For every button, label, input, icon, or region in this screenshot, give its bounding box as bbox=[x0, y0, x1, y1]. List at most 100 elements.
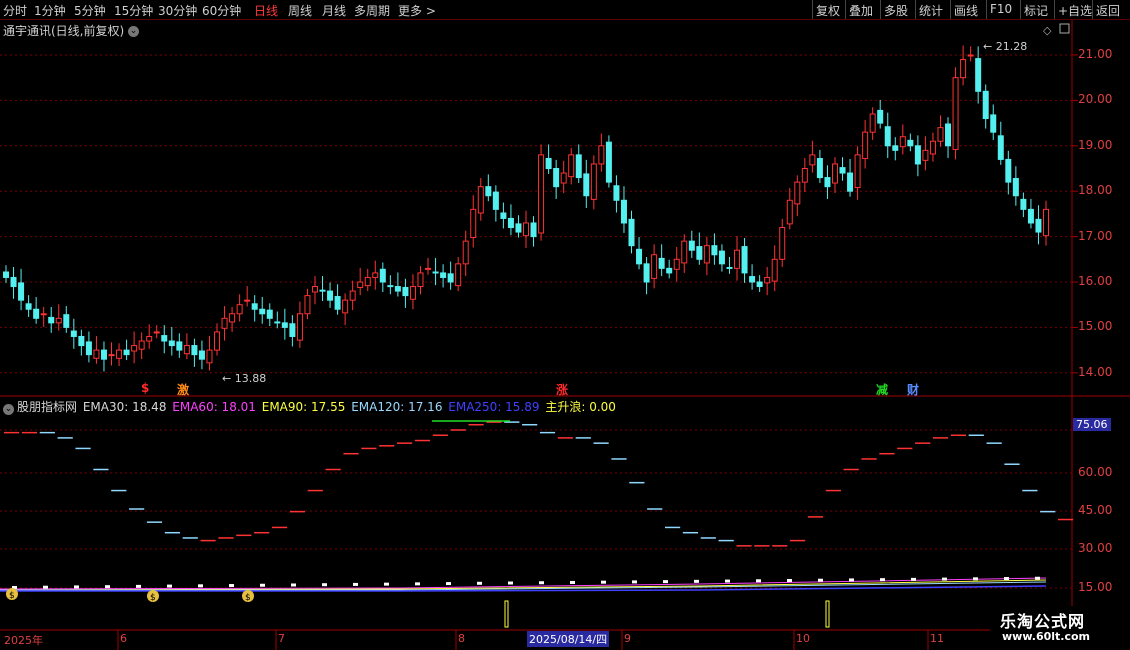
candle-body bbox=[711, 245, 718, 256]
ema30-dot bbox=[167, 584, 172, 588]
candle-body bbox=[779, 227, 786, 260]
date-label: 8 bbox=[458, 632, 465, 645]
ema30-dot bbox=[1004, 577, 1009, 581]
candle-body bbox=[945, 123, 952, 147]
candle-body bbox=[100, 349, 107, 360]
candle-body bbox=[138, 340, 145, 350]
candle-body bbox=[176, 341, 183, 351]
date-label: 2025年 bbox=[4, 634, 43, 647]
candle-body bbox=[847, 172, 854, 192]
indicator-value-3: EMA120: 17.16 bbox=[347, 400, 443, 414]
candle-body bbox=[726, 266, 733, 269]
candle-body bbox=[153, 331, 160, 334]
candle-body bbox=[628, 218, 635, 247]
candle-body bbox=[590, 163, 597, 200]
candle-body bbox=[492, 191, 499, 210]
candle-body bbox=[214, 331, 221, 351]
candle-body bbox=[620, 199, 627, 224]
candle-body bbox=[85, 341, 92, 356]
candle-body bbox=[824, 177, 831, 188]
stock-chart: ← 21.28 ← 13.88 ◇ $ $ $ bbox=[0, 20, 1130, 650]
candle-body bbox=[914, 145, 921, 165]
candle-body bbox=[259, 308, 266, 315]
candle-body bbox=[553, 168, 560, 188]
indicator-value-0: EMA30: 18.48 bbox=[79, 400, 167, 414]
indicator-current-value: 75.06 bbox=[1073, 418, 1111, 431]
candle-body bbox=[575, 154, 582, 179]
signal-marker: 涨 bbox=[556, 383, 569, 397]
candle-body bbox=[304, 295, 311, 315]
ema30-dot bbox=[601, 580, 606, 584]
ema30-dot bbox=[384, 582, 389, 586]
ema30-dot bbox=[260, 583, 265, 587]
chevron-down-icon[interactable]: ⌄ bbox=[128, 26, 140, 37]
candle-body bbox=[922, 149, 929, 161]
candle-body bbox=[342, 299, 349, 314]
candle-body bbox=[477, 186, 484, 214]
candle-body bbox=[666, 267, 673, 274]
candle-body bbox=[937, 127, 944, 142]
candle-body bbox=[786, 199, 793, 225]
candle-body bbox=[425, 267, 432, 270]
candle-body bbox=[749, 276, 756, 283]
candle-body bbox=[1020, 198, 1027, 210]
candle-body bbox=[530, 222, 537, 238]
signal-marker: 财 bbox=[907, 383, 920, 397]
money-bag-icon-glyph: $ bbox=[150, 593, 156, 603]
candle-body bbox=[168, 340, 175, 347]
diamond-icon: ◇ bbox=[1043, 24, 1052, 37]
candle-body bbox=[839, 167, 846, 174]
candle-body bbox=[402, 286, 409, 297]
candle-body bbox=[221, 317, 228, 329]
ema30-dot bbox=[942, 577, 947, 581]
candle-body bbox=[161, 335, 168, 342]
candle-body bbox=[409, 286, 416, 300]
indicator-axis-label: 60.00 bbox=[1078, 465, 1113, 479]
ema30-dot bbox=[787, 579, 792, 582]
candle-body bbox=[311, 286, 318, 293]
watermark-title: 乐淘公式网 bbox=[1000, 612, 1086, 631]
candle-body bbox=[357, 281, 364, 288]
candle-body bbox=[929, 140, 936, 155]
candle-body bbox=[440, 272, 447, 278]
candle-body bbox=[206, 349, 213, 364]
candle-body bbox=[869, 113, 876, 133]
candle-body bbox=[1027, 208, 1034, 224]
candle-body bbox=[116, 349, 123, 359]
date-label: 6 bbox=[120, 632, 127, 645]
signal-marker: 激 bbox=[177, 383, 190, 397]
candle-body bbox=[952, 77, 959, 150]
candle-body bbox=[816, 158, 823, 179]
indicator-value-2: EMA90: 17.55 bbox=[257, 400, 346, 414]
signal-marker: $ bbox=[141, 381, 150, 395]
candle-body bbox=[236, 304, 243, 315]
candle-body bbox=[289, 323, 296, 337]
ema30-dot bbox=[136, 584, 141, 588]
ema30-dot bbox=[74, 585, 79, 589]
ema30-dot bbox=[229, 584, 234, 588]
chevron-down-icon[interactable]: ⌄ bbox=[3, 404, 14, 415]
candle-body bbox=[25, 303, 32, 310]
ema30-dot bbox=[446, 582, 451, 586]
candle-body bbox=[319, 289, 326, 292]
date-label: 7 bbox=[278, 632, 285, 645]
date-label: 9 bbox=[624, 632, 631, 645]
candle-body bbox=[794, 181, 801, 205]
candle-body bbox=[70, 330, 77, 337]
main-chart-title: 通宇通讯(日线,前复权) ⌄ bbox=[3, 22, 140, 39]
price-axis-label: 18.00 bbox=[1078, 183, 1113, 198]
candle-body bbox=[470, 208, 477, 239]
candle-body bbox=[756, 281, 763, 288]
candle-body bbox=[191, 345, 198, 356]
ema30-dot bbox=[291, 583, 296, 587]
candle-body bbox=[568, 154, 575, 178]
ema30-dot bbox=[198, 584, 203, 588]
ema30-dot bbox=[105, 585, 110, 589]
ema30-dot bbox=[415, 582, 420, 586]
ema30-dot bbox=[508, 581, 513, 585]
candle-body bbox=[523, 222, 529, 237]
candle-body bbox=[741, 246, 748, 274]
candle-body bbox=[364, 276, 371, 287]
candle-body bbox=[266, 309, 273, 319]
ema30-dot bbox=[694, 579, 699, 583]
